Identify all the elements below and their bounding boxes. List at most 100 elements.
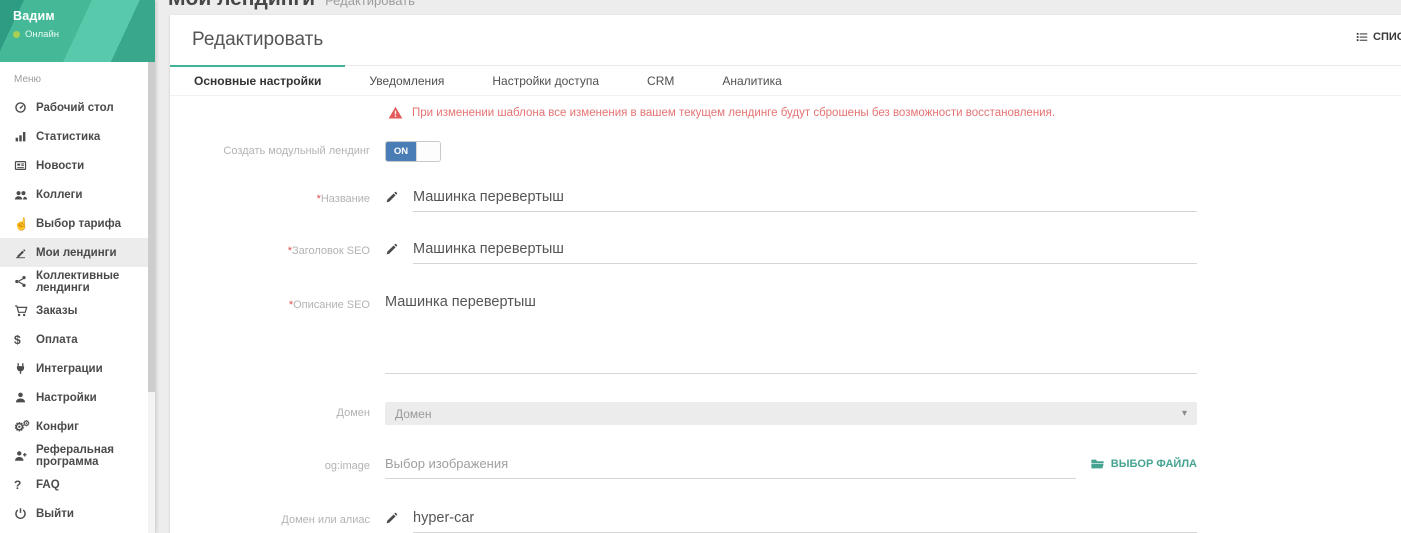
sidebar-item-my-landings[interactable]: Мои лендинги <box>0 238 155 267</box>
sidebar-item-label: Мои лендинги <box>36 247 117 259</box>
seo-description-label: *Описание SEO <box>170 294 370 312</box>
sidebar-item-label: Настройки <box>36 392 97 404</box>
og-image-input[interactable] <box>385 455 1076 479</box>
field-row-seo-title: *Заголовок SEO <box>170 240 1401 264</box>
page-subtitle: Редактировать <box>325 0 415 8</box>
sidebar-item-label: Статистика <box>36 131 100 143</box>
sidebar-item-label: Конфиг <box>36 421 79 433</box>
edit-pencil-icon <box>385 509 413 525</box>
domain-select-value: Домен <box>395 407 1182 421</box>
tab-main-settings[interactable]: Основные настройки <box>170 66 345 95</box>
name-input[interactable] <box>413 188 1197 212</box>
sidebar-item-settings[interactable]: Настройки <box>0 383 155 412</box>
user-status: Онлайн <box>13 29 155 40</box>
sidebar-item-logout[interactable]: Выйти <box>0 499 155 528</box>
edit-pencil-icon <box>385 240 413 256</box>
caret-down-icon: ▾ <box>1182 408 1187 419</box>
power-icon <box>14 507 36 520</box>
file-picker-button[interactable]: ВЫБОР ФАЙЛА <box>1090 455 1197 471</box>
cart-icon <box>14 304 36 318</box>
field-row-domain-alias: Домен или алиас <box>170 509 1401 533</box>
sidebar-item-config[interactable]: ⚙⚙ Конфиг <box>0 412 155 441</box>
warning-text: При изменении шаблона все изменения в ва… <box>412 107 1055 119</box>
toggle-off-segment <box>416 142 440 161</box>
tab-analytics[interactable]: Аналитика <box>698 66 805 95</box>
user-icon <box>14 391 36 404</box>
sidebar-item-label: Выйти <box>36 508 74 520</box>
user-plus-icon <box>14 449 36 463</box>
sidebar-item-label: Коллективные лендинги <box>36 270 155 294</box>
sidebar-item-label: Интеграции <box>36 363 103 375</box>
warning-icon <box>388 106 403 119</box>
pen-icon <box>14 246 36 259</box>
modular-landing-toggle[interactable]: ON <box>385 141 441 162</box>
sidebar-item-label: Коллеги <box>36 189 82 201</box>
sidebar: Вадим Онлайн Меню Рабочий стол Статистик… <box>0 0 155 533</box>
dollar-icon: $ <box>14 334 36 346</box>
sidebar-item-colleagues[interactable]: Коллеги <box>0 180 155 209</box>
field-row-name: *Название <box>170 188 1401 212</box>
sidebar-item-payment[interactable]: $ Оплата <box>0 325 155 354</box>
field-row-seo-description: *Описание SEO Машинка перевертыш <box>170 294 1401 374</box>
user-status-label: Онлайн <box>25 29 59 40</box>
share-icon <box>14 275 36 288</box>
sidebar-item-news[interactable]: Новости <box>0 151 155 180</box>
breadcrumb: Мои лендинги Редактировать <box>168 0 415 11</box>
sidebar-item-label: FAQ <box>36 479 60 491</box>
sidebar-item-label: Реферальная программа <box>36 444 155 468</box>
online-dot <box>13 31 20 38</box>
name-label: *Название <box>170 188 370 206</box>
sidebar-item-label: Новости <box>36 160 84 172</box>
list-button[interactable]: СПИСОК <box>1356 31 1401 43</box>
sidebar-item-statistics[interactable]: Статистика <box>0 122 155 151</box>
domain-label: Домен <box>170 407 370 420</box>
news-icon <box>14 159 36 172</box>
edit-card: Редактировать СПИСОК Основные настройки … <box>170 15 1401 533</box>
sidebar-item-tariff[interactable]: ☝ Выбор тарифа <box>0 209 155 238</box>
gears-icon: ⚙⚙ <box>14 421 36 433</box>
dashboard-icon <box>14 101 36 114</box>
folder-icon <box>1090 457 1105 471</box>
tab-content: При изменении шаблона все изменения в ва… <box>170 96 1401 533</box>
domain-select[interactable]: Домен ▾ <box>385 402 1197 425</box>
toggle-on-label: ON <box>386 142 416 161</box>
user-name: Вадим <box>13 9 155 23</box>
sidebar-item-label: Рабочий стол <box>36 102 114 114</box>
sidebar-item-collective-landings[interactable]: Коллективные лендинги <box>0 267 155 296</box>
card-title: Редактировать <box>192 29 323 51</box>
seo-title-input[interactable] <box>413 240 1197 264</box>
list-button-label: СПИСОК <box>1373 31 1401 43</box>
sidebar-item-faq[interactable]: ? FAQ <box>0 470 155 499</box>
users-icon <box>14 188 36 202</box>
menu-section-label: Меню <box>0 62 155 93</box>
bar-chart-icon <box>14 130 36 143</box>
field-row-modular: Создать модульный лендинг ON <box>170 141 1401 162</box>
tab-access-settings[interactable]: Настройки доступа <box>468 66 623 95</box>
page-title: Мои лендинги <box>168 0 315 11</box>
sidebar-item-label: Оплата <box>36 334 78 346</box>
question-icon: ? <box>14 479 36 491</box>
domain-alias-input[interactable] <box>413 509 1197 533</box>
sidebar-item-dashboard[interactable]: Рабочий стол <box>0 93 155 122</box>
field-row-og-image: og:image ВЫБОР ФАЙЛА <box>170 455 1401 479</box>
template-warning: При изменении шаблона все изменения в ва… <box>388 106 1401 119</box>
user-panel: Вадим Онлайн <box>0 0 155 62</box>
sidebar-scrollbar-thumb[interactable] <box>148 62 155 392</box>
sidebar-item-referral[interactable]: Реферальная программа <box>0 441 155 470</box>
tab-notifications[interactable]: Уведомления <box>345 66 468 95</box>
og-image-label: og:image <box>170 455 370 473</box>
file-picker-label: ВЫБОР ФАЙЛА <box>1111 458 1197 470</box>
plug-icon <box>14 362 36 375</box>
seo-title-label: *Заголовок SEO <box>170 240 370 258</box>
seo-description-textarea[interactable]: Машинка перевертыш <box>385 294 1197 374</box>
list-icon <box>1356 31 1368 43</box>
tab-crm[interactable]: CRM <box>623 66 698 95</box>
sidebar-item-orders[interactable]: Заказы <box>0 296 155 325</box>
sidebar-item-label: Заказы <box>36 305 77 317</box>
modular-label: Создать модульный лендинг <box>170 145 370 158</box>
sidebar-item-label: Выбор тарифа <box>36 218 121 230</box>
field-row-domain: Домен Домен ▾ <box>170 402 1401 425</box>
hand-pointer-icon: ☝ <box>14 218 36 230</box>
tab-bar: Основные настройки Уведомления Настройки… <box>170 65 1401 96</box>
sidebar-item-integrations[interactable]: Интеграции <box>0 354 155 383</box>
